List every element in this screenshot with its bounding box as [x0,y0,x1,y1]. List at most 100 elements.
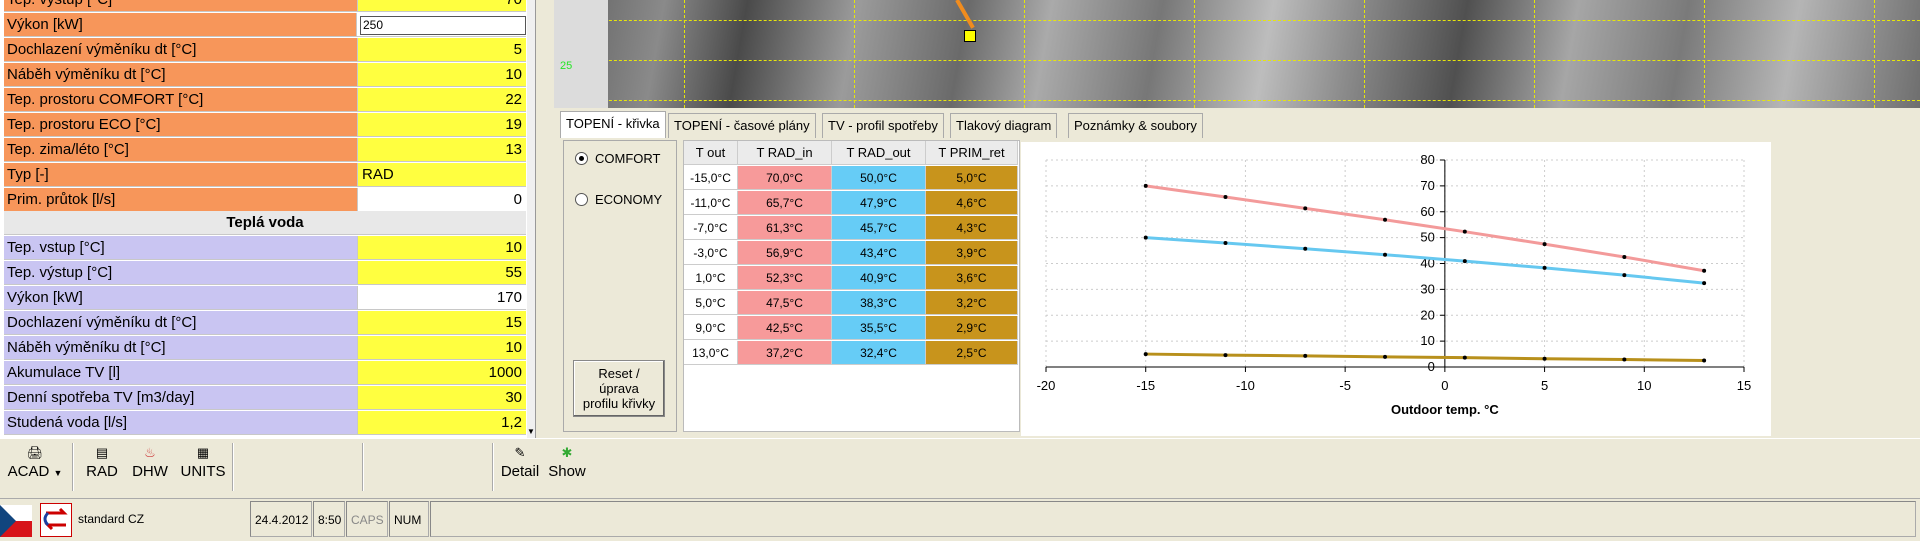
table-cell[interactable]: 56,9°C [738,241,832,265]
table-cell[interactable]: 45,7°C [832,216,926,240]
rad-button[interactable]: ▤ RAD [80,443,124,491]
data-point[interactable] [1303,246,1308,251]
reset-curve-button[interactable]: Reset / úprava profilu křivky [573,360,665,417]
rad-label: RAD [86,463,118,480]
table-cell[interactable]: 4,6°C [926,191,1018,215]
data-point[interactable] [1223,195,1228,200]
param-value[interactable]: 0 [358,188,526,211]
toolbar-separator [362,443,364,491]
param-value[interactable]: 10 [358,63,526,86]
param-value[interactable]: 170 [358,286,526,309]
table-cell[interactable]: 5,0°C [926,166,1018,190]
param-value[interactable]: 70 [358,0,526,11]
panel-scrollbar[interactable]: ▼ [527,0,535,438]
tab-2[interactable]: TV - profil spotřeby [822,113,944,138]
dropdown-arrow-icon[interactable]: ▼ [53,468,62,478]
data-point[interactable] [1303,206,1308,211]
table-cell[interactable]: 42,5°C [738,316,832,340]
map-view[interactable] [554,0,1920,108]
table-cell[interactable]: 32,4°C [832,341,926,365]
scroll-down-icon[interactable]: ▼ [527,427,535,436]
data-point[interactable] [1143,183,1148,188]
radio-comfort-label: COMFORT [595,151,661,166]
data-point[interactable] [1383,252,1388,257]
data-point[interactable] [1462,229,1467,234]
param-value[interactable]: 10 [358,236,526,259]
table-cell[interactable]: 43,4°C [832,241,926,265]
czech-flag-icon [0,505,32,537]
detail-button[interactable]: ✎ Detail [496,443,544,491]
table-cell[interactable]: 3,9°C [926,241,1018,265]
dhw-button[interactable]: ♨ DHW [128,443,172,491]
tab-4[interactable]: Poznámky & soubory [1068,113,1203,138]
param-value[interactable]: RAD [358,163,526,186]
param-label: Dochlazení výměníku dt [°C] [4,38,358,61]
data-point[interactable] [1622,255,1627,260]
data-point[interactable] [1542,242,1547,247]
data-point[interactable] [1383,217,1388,222]
table-cell[interactable]: 47,5°C [738,291,832,315]
table-cell[interactable]: 47,9°C [832,191,926,215]
param-row: Výkon [kW] 170 [4,286,526,310]
units-button[interactable]: ▦ UNITS [178,443,228,491]
units-icon: ▦ [196,445,210,460]
table-cell[interactable]: 70,0°C [738,166,832,190]
table-cell[interactable]: 38,3°C [832,291,926,315]
show-icon: ✱ [561,445,573,460]
data-point[interactable] [1702,358,1707,363]
data-point[interactable] [1702,281,1707,286]
data-point[interactable] [1462,355,1467,360]
data-point[interactable] [1622,357,1627,362]
param-value[interactable]: 13 [358,138,526,161]
table-cell[interactable]: 35,5°C [832,316,926,340]
param-value[interactable]: 19 [358,113,526,136]
param-value[interactable]: 15 [358,311,526,334]
acad-button[interactable]: 🖨 ACAD ▼ [4,443,66,491]
param-value[interactable]: 5 [358,38,526,61]
data-point[interactable] [1542,356,1547,361]
tab-1[interactable]: TOPENÍ - časové plány [668,113,816,138]
radio-comfort[interactable]: COMFORT [575,151,660,166]
table-cell[interactable]: 52,3°C [738,266,832,290]
radio-unchecked-icon[interactable] [575,193,588,206]
radio-checked-icon[interactable] [575,152,588,165]
data-point[interactable] [1223,241,1228,246]
show-button[interactable]: ✱ Show [546,443,588,491]
param-value[interactable]: 30 [358,386,526,409]
table-cell[interactable]: 40,9°C [832,266,926,290]
table-cell[interactable]: 65,7°C [738,191,832,215]
table-cell[interactable]: 61,3°C [738,216,832,240]
table-cell[interactable]: 37,2°C [738,341,832,365]
param-value[interactable]: 55 [358,261,526,284]
param-value[interactable]: 1000 [358,361,526,384]
data-point[interactable] [1383,354,1388,359]
table-cell[interactable]: 2,9°C [926,316,1018,340]
tab-3[interactable]: Tlakový diagram [950,113,1058,138]
param-row: Tep. výstup [°C]70 [4,0,526,12]
data-point[interactable] [1143,352,1148,357]
acad-label: ACAD [7,463,50,480]
param-value[interactable]: 10 [358,336,526,359]
tab-0[interactable]: TOPENÍ - křivka [560,111,666,139]
data-point[interactable] [1462,259,1467,264]
param-value[interactable]: 22 [358,88,526,111]
data-point[interactable] [1223,353,1228,358]
param-value[interactable] [357,13,526,36]
data-point[interactable] [1303,353,1308,358]
data-point[interactable] [1542,265,1547,270]
map-node-marker[interactable] [964,30,976,42]
table-cell[interactable]: 50,0°C [832,166,926,190]
table-cell[interactable]: 2,5°C [926,341,1018,365]
table-cell[interactable]: 3,6°C [926,266,1018,290]
table-cell[interactable]: 3,2°C [926,291,1018,315]
series-line-2[interactable] [1145,352,1705,363]
radio-economy[interactable]: ECONOMY [575,192,662,207]
param-value[interactable]: 1,2 [358,411,526,434]
x-tick-label: -15 [1136,378,1155,393]
data-point[interactable] [1702,268,1707,273]
table-cell[interactable]: 4,3°C [926,216,1018,240]
param-input[interactable] [360,15,526,35]
data-point[interactable] [1622,273,1627,278]
data-point[interactable] [1143,235,1148,240]
units-label: UNITS [180,463,226,480]
